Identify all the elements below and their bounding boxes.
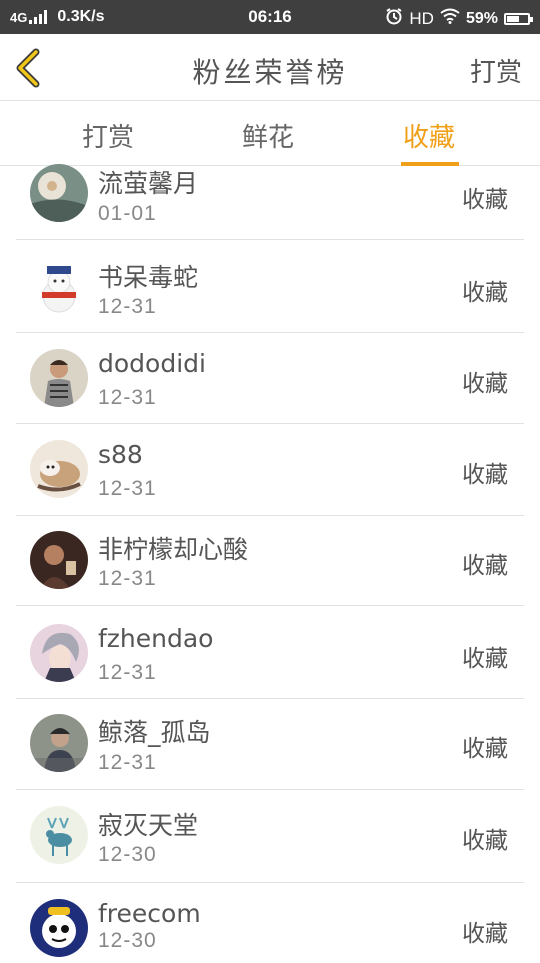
status-bar-right: HD 59% xyxy=(379,7,533,30)
avatar xyxy=(30,164,88,222)
fan-status: 收藏 xyxy=(462,462,508,488)
fan-name: 非柠檬却心酸 xyxy=(98,535,249,564)
list-item[interactable]: 寂灭天堂 12-30 收藏 xyxy=(0,790,540,883)
fan-date: 12-31 xyxy=(98,295,157,318)
fan-date: 01-01 xyxy=(98,202,157,225)
battery-percent: 59% xyxy=(465,9,498,27)
avatar xyxy=(30,624,88,682)
list-item[interactable]: freecom 12-30 收藏 xyxy=(0,883,540,963)
list-item[interactable]: s88 12-31 收藏 xyxy=(0,424,540,516)
fan-date: 12-31 xyxy=(98,751,157,774)
wifi-icon xyxy=(440,8,460,29)
title-bar: 粉丝荣誉榜 打赏 xyxy=(0,34,540,101)
fan-name: fzhendao xyxy=(98,624,214,653)
list-item[interactable]: 流萤馨月 01-01 收藏 xyxy=(0,164,540,240)
status-bar: 4G 0.3K/s 06:16 HD 59% xyxy=(0,0,540,34)
fan-name: 流萤馨月 xyxy=(98,169,199,198)
fan-date: 12-31 xyxy=(98,567,157,590)
fan-status: 收藏 xyxy=(462,921,508,947)
fan-date: 12-31 xyxy=(98,477,157,500)
tab-reward[interactable]: 打赏 xyxy=(82,117,134,154)
tab-bar: 打赏 鲜花 收藏 xyxy=(0,101,540,166)
fan-name: freecom xyxy=(98,899,201,928)
list-item[interactable]: 鲸落_孤岛 12-31 收藏 xyxy=(0,699,540,790)
fan-name: 寂灭天堂 xyxy=(98,811,199,840)
avatar xyxy=(30,440,88,498)
fan-name: s88 xyxy=(98,440,143,469)
hd-label: HD xyxy=(409,8,434,28)
avatar xyxy=(30,349,88,407)
avatar xyxy=(30,806,88,864)
fan-status: 收藏 xyxy=(462,187,508,213)
avatar xyxy=(30,531,88,589)
battery-icon xyxy=(504,12,533,25)
reward-button[interactable]: 打赏 xyxy=(470,52,522,89)
avatar xyxy=(30,258,88,316)
fan-status: 收藏 xyxy=(462,828,508,854)
fan-status: 收藏 xyxy=(462,280,508,306)
fan-name: dododidi xyxy=(98,349,206,378)
list-item[interactable]: dododidi 12-31 收藏 xyxy=(0,333,540,424)
fan-date: 12-31 xyxy=(98,386,157,409)
page-title: 粉丝荣誉榜 xyxy=(192,56,348,89)
avatar xyxy=(30,714,88,772)
fan-list: 流萤馨月 01-01 收藏 书呆毒蛇 12-31 收藏 dododidi 12-… xyxy=(0,164,540,963)
tab-favorites[interactable]: 收藏 xyxy=(403,117,455,154)
alarm-icon xyxy=(385,7,403,30)
fan-date: 12-30 xyxy=(98,843,157,866)
fan-status: 收藏 xyxy=(462,371,508,397)
fan-date: 12-30 xyxy=(98,929,157,952)
list-item[interactable]: fzhendao 12-31 收藏 xyxy=(0,606,540,699)
list-item[interactable]: 非柠檬却心酸 12-31 收藏 xyxy=(0,516,540,606)
fan-date: 12-31 xyxy=(98,661,157,684)
fan-status: 收藏 xyxy=(462,553,508,579)
list-item[interactable]: 书呆毒蛇 12-31 收藏 xyxy=(0,240,540,333)
avatar xyxy=(30,899,88,957)
tab-flowers[interactable]: 鲜花 xyxy=(242,117,294,154)
fan-name: 鲸落_孤岛 xyxy=(98,718,211,747)
fan-name: 书呆毒蛇 xyxy=(98,263,199,292)
fan-status: 收藏 xyxy=(462,646,508,672)
fan-status: 收藏 xyxy=(462,736,508,762)
